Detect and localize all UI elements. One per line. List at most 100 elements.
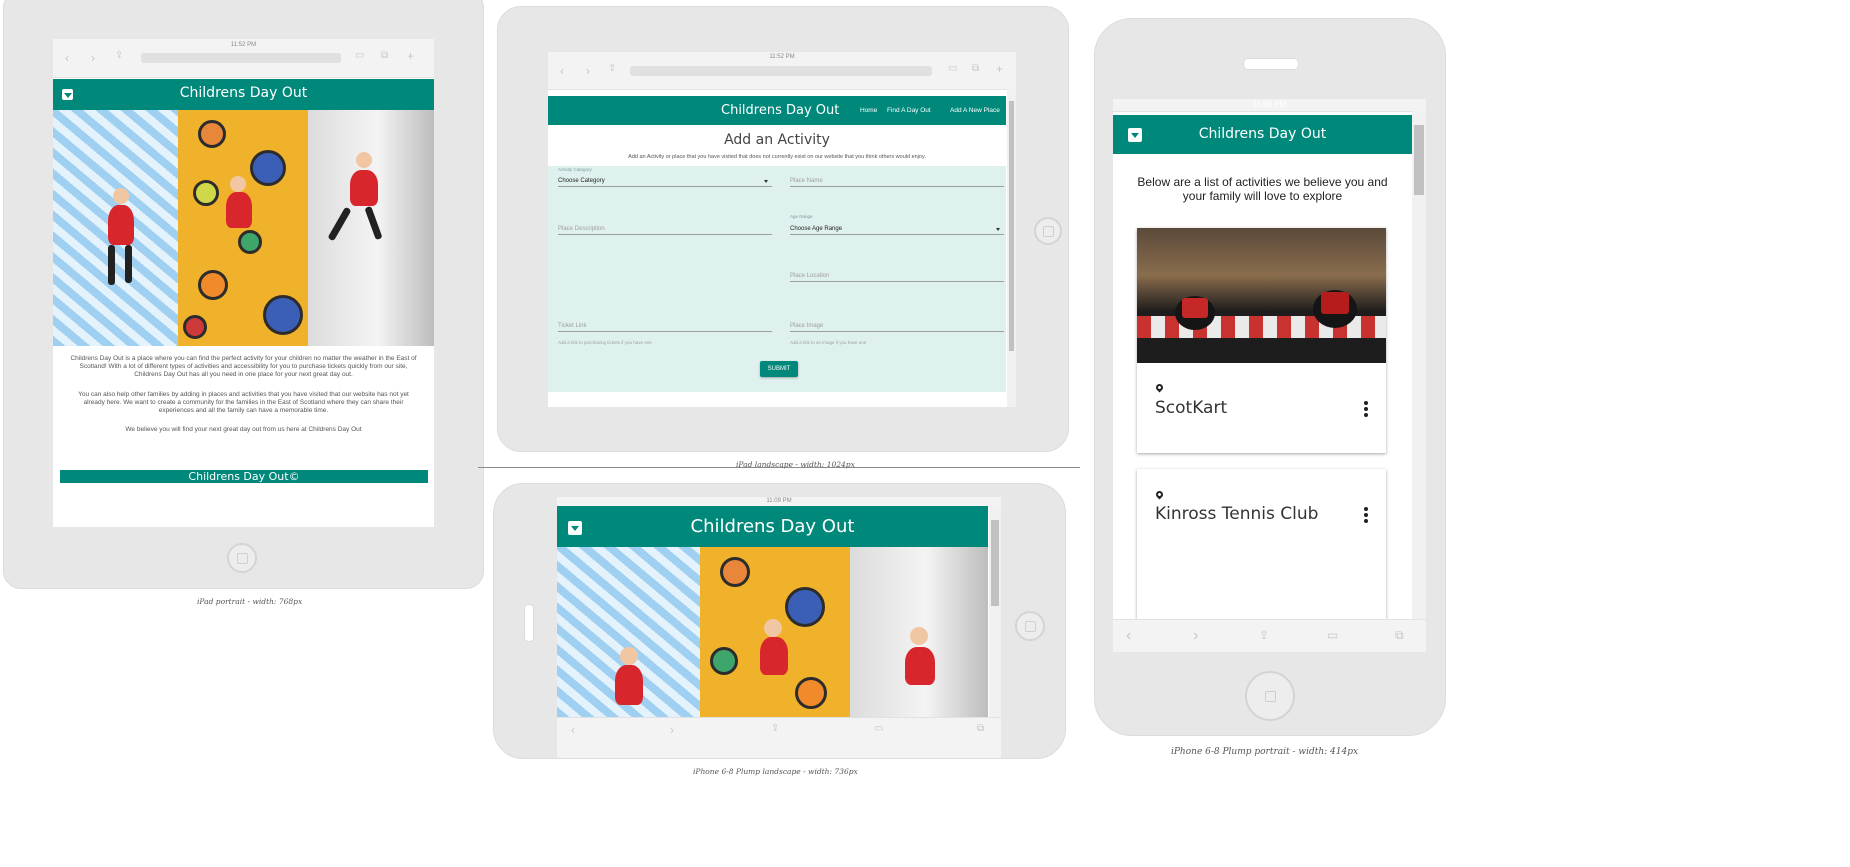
status-clock: 11:09 PM bbox=[766, 498, 792, 504]
page-heading: Add an Activity bbox=[724, 132, 830, 148]
iphone-portrait-device: 11:09 PM Childrens Day Out Below are a l… bbox=[1094, 18, 1446, 736]
chevron-right-icon[interactable]: › bbox=[586, 65, 590, 77]
site-title[interactable]: Childrens Day Out bbox=[53, 85, 434, 101]
ticket-help-text: Add a link to purchasing tickets if you … bbox=[558, 340, 652, 345]
hero-image bbox=[557, 547, 988, 717]
scrollbar-thumb[interactable] bbox=[991, 520, 999, 606]
activity-card-title[interactable]: Kinross Tennis Club bbox=[1155, 504, 1318, 524]
more-vert-icon[interactable] bbox=[1364, 401, 1368, 419]
image-help-text: Add a link to an image if you have one bbox=[790, 340, 867, 345]
chevron-right-icon[interactable]: › bbox=[91, 52, 95, 64]
chevron-left-icon[interactable]: ‹ bbox=[571, 724, 575, 736]
add-activity-form: Activity Category Choose Category Place … bbox=[548, 166, 1006, 392]
plus-icon[interactable]: + bbox=[996, 63, 1003, 75]
nav-link-find[interactable]: Find A Day Out bbox=[887, 107, 931, 114]
browser-toolbar: 11:52 PM ‹ › ⇪ ▭ ⧉ + bbox=[548, 52, 1016, 90]
status-clock: 11:09 PM bbox=[1252, 100, 1287, 109]
activity-card-image bbox=[1137, 228, 1386, 363]
site-footer: Childrens Day Out© bbox=[60, 470, 428, 483]
iphone-landscape-screen: 11:09 PM Childrens Day Out ‹ › ⇪ ▭ ⧉ bbox=[557, 497, 1001, 758]
book-icon[interactable]: ▭ bbox=[874, 724, 883, 734]
share-icon[interactable]: ⇪ bbox=[115, 51, 123, 61]
site-title[interactable]: Childrens Day Out bbox=[1113, 126, 1412, 142]
ipad-landscape-device: 11:52 PM ‹ › ⇪ ▭ ⧉ + Childrens Day Out H… bbox=[497, 6, 1069, 452]
place-location-input[interactable]: Place Location bbox=[790, 273, 1004, 282]
browser-bottom-toolbar: ‹ › ⇪ ▭ ⧉ bbox=[1113, 619, 1426, 652]
device-caption: iPhone 6-8 Plump landscape - width: 736p… bbox=[693, 767, 858, 776]
scrollbar[interactable] bbox=[1007, 89, 1016, 407]
home-button[interactable] bbox=[1034, 217, 1062, 245]
chevron-left-icon[interactable]: ‹ bbox=[560, 65, 564, 77]
device-caption: iPhone 6-8 Plump portrait - width: 414px bbox=[1171, 747, 1359, 757]
book-icon[interactable]: ▭ bbox=[948, 64, 957, 74]
share-icon[interactable]: ⇪ bbox=[608, 64, 616, 74]
field-label: Activity Category bbox=[558, 167, 592, 172]
place-image-input[interactable]: Place Image bbox=[790, 323, 1004, 332]
page-subheading: Add an Activity or place that you have v… bbox=[628, 154, 926, 160]
activity-card-title[interactable]: ScotKart bbox=[1155, 398, 1227, 418]
home-button[interactable] bbox=[1245, 671, 1295, 721]
field-label: Age Range bbox=[790, 214, 813, 219]
hero-image bbox=[53, 110, 434, 346]
site-navbar: Childrens Day Out bbox=[1113, 115, 1412, 154]
status-bar: 11:09 PM bbox=[1113, 99, 1426, 112]
tabs-icon[interactable]: ⧉ bbox=[977, 724, 984, 734]
intro-text: Below are a list of activities we believ… bbox=[1137, 175, 1388, 203]
tabs-icon[interactable]: ⧉ bbox=[381, 51, 388, 61]
more-vert-icon[interactable] bbox=[1364, 507, 1368, 525]
book-icon[interactable]: ▭ bbox=[1327, 629, 1338, 641]
category-select[interactable]: Choose Category bbox=[558, 178, 772, 187]
share-icon[interactable]: ⇪ bbox=[1259, 629, 1269, 641]
share-icon[interactable]: ⇪ bbox=[771, 724, 779, 734]
site-navbar: Childrens Day Out bbox=[557, 506, 988, 547]
map-pin-icon bbox=[1154, 382, 1165, 393]
iphone-portrait-screen: 11:09 PM Childrens Day Out Below are a l… bbox=[1113, 99, 1426, 652]
book-icon[interactable]: ▭ bbox=[355, 51, 364, 61]
age-range-select-value: Choose Age Range bbox=[790, 226, 843, 232]
intro-paragraph: You can also help other families by addi… bbox=[78, 391, 409, 414]
ipad-portrait-device: 11:52 PM ‹ › ⇪ ▭ ⧉ + Childrens Day Out C… bbox=[3, 0, 484, 589]
scrollbar-thumb[interactable] bbox=[1009, 101, 1014, 351]
browser-toolbar: 11:52 PM ‹ › ⇪ ▭ ⧉ + bbox=[53, 39, 434, 78]
nav-link-add[interactable]: Add A New Place bbox=[950, 107, 1000, 114]
place-description-input[interactable]: Place Description bbox=[558, 226, 772, 235]
device-caption: iPad portrait - width: 768px bbox=[197, 597, 303, 606]
activity-card[interactable]: ScotKart bbox=[1137, 228, 1386, 453]
tabs-icon[interactable]: ⧉ bbox=[1395, 629, 1404, 641]
scrollbar[interactable] bbox=[1412, 111, 1426, 619]
ipad-portrait-screen: 11:52 PM ‹ › ⇪ ▭ ⧉ + Childrens Day Out C… bbox=[53, 39, 434, 527]
chevron-right-icon[interactable]: › bbox=[670, 724, 674, 736]
site-navbar: Childrens Day Out Home Find A Day Out Ad… bbox=[548, 96, 1006, 125]
device-caption: iPad landscape - width: 1024px bbox=[736, 460, 855, 469]
site-title[interactable]: Childrens Day Out bbox=[557, 516, 988, 537]
intro-paragraph: We believe you will find your next great… bbox=[125, 426, 362, 433]
chevron-right-icon[interactable]: › bbox=[1193, 628, 1198, 644]
status-clock: 11:52 PM bbox=[769, 54, 795, 60]
intro-paragraph: Childrens Day Out is a place where you c… bbox=[70, 355, 417, 378]
submit-button[interactable]: SUBMIT bbox=[760, 361, 798, 377]
address-bar[interactable] bbox=[630, 66, 932, 76]
site-navbar: Childrens Day Out bbox=[53, 79, 434, 110]
browser-bottom-toolbar: ‹ › ⇪ ▭ ⧉ bbox=[557, 717, 1001, 758]
nav-link-home[interactable]: Home bbox=[860, 107, 877, 114]
scrollbar[interactable] bbox=[989, 506, 1001, 718]
chevron-left-icon[interactable]: ‹ bbox=[65, 52, 69, 64]
home-button[interactable] bbox=[227, 543, 257, 573]
iphone-landscape-device: 11:09 PM Childrens Day Out ‹ › ⇪ ▭ ⧉ bbox=[493, 483, 1066, 759]
scrollbar-thumb[interactable] bbox=[1414, 125, 1424, 195]
caret-down-icon bbox=[764, 180, 768, 183]
tabs-icon[interactable]: ⧉ bbox=[972, 64, 979, 74]
ticket-link-input[interactable]: Ticket Link bbox=[558, 323, 772, 332]
plus-icon[interactable]: + bbox=[407, 50, 414, 62]
chevron-left-icon[interactable]: ‹ bbox=[1126, 628, 1131, 644]
age-range-select[interactable]: Choose Age Range bbox=[790, 226, 1004, 235]
earpiece bbox=[1243, 58, 1299, 70]
site-title[interactable]: Childrens Day Out bbox=[721, 103, 839, 118]
home-button[interactable] bbox=[1015, 611, 1045, 641]
status-clock: 11:52 PM bbox=[230, 42, 257, 48]
place-name-input[interactable]: Place Name bbox=[790, 178, 1004, 187]
category-select-value: Choose Category bbox=[558, 178, 605, 184]
address-bar[interactable] bbox=[141, 53, 341, 63]
map-pin-icon bbox=[1154, 489, 1165, 500]
caret-down-icon bbox=[996, 228, 1000, 231]
